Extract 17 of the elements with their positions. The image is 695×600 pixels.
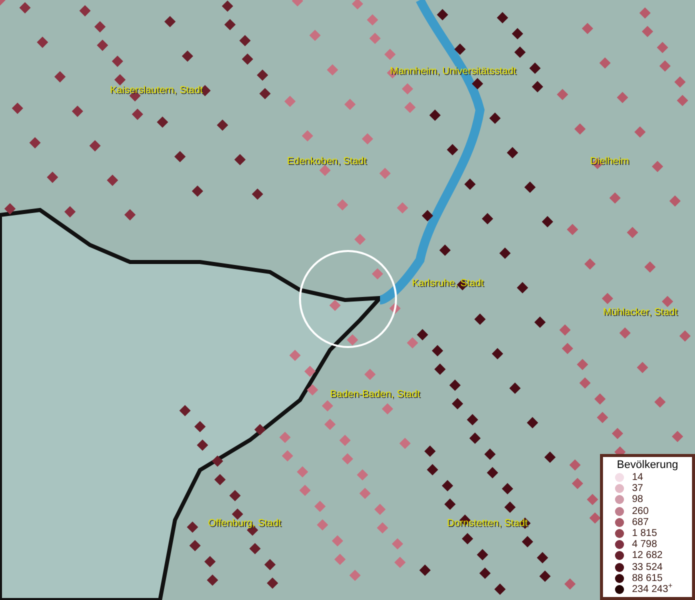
legend-value: 12 682	[632, 550, 663, 562]
place-label: Offenburg, Stadt	[208, 519, 282, 529]
place-label: Dielheim	[590, 157, 629, 167]
legend-value: 260	[632, 506, 649, 517]
place-label: Edenkoben, Stadt	[287, 157, 367, 167]
legend-value: 88 615	[632, 572, 663, 584]
legend-value: 98	[632, 494, 644, 506]
legend-value: 1 815	[632, 528, 658, 539]
legend-value: 33 524	[632, 562, 663, 573]
place-label: Baden-Baden, Stadt	[330, 390, 420, 400]
legend-value: 234 243$^{+}$	[632, 584, 673, 595]
legend-value: 4 798	[632, 539, 658, 550]
legend-title: Bevölkerung	[616, 458, 680, 472]
legend-value: 687	[632, 516, 649, 528]
place-label: Mühlacker, Stadt	[603, 308, 678, 318]
legend-value: 37	[632, 483, 644, 494]
legend-value: 14	[632, 472, 644, 484]
